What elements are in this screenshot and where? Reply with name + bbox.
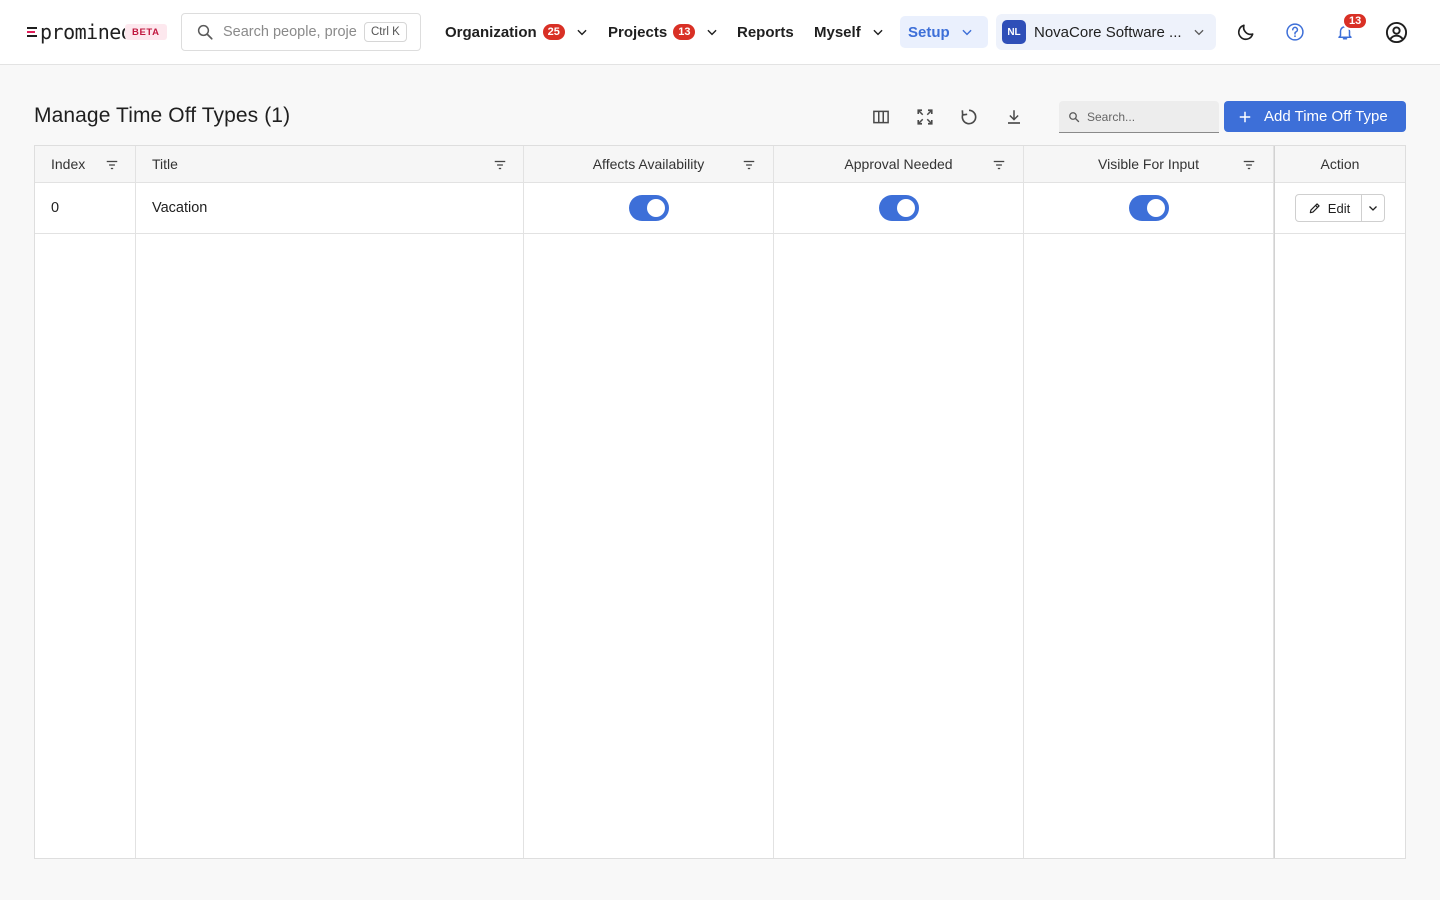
nav-setup[interactable]: Setup bbox=[900, 16, 988, 48]
toggle-knob bbox=[646, 199, 665, 217]
nav-organization-label: Organization bbox=[445, 23, 537, 41]
visible-for-input-toggle[interactable] bbox=[1128, 195, 1169, 221]
moon-icon bbox=[1237, 24, 1254, 41]
organization-switcher[interactable]: NL NovaCore Software ... bbox=[996, 14, 1216, 50]
account-menu-button[interactable] bbox=[1384, 20, 1408, 44]
column-visible-for-input: Visible For Input bbox=[1024, 146, 1274, 858]
filter-icon[interactable] bbox=[493, 158, 507, 172]
table-row-cell-affects-availability bbox=[524, 183, 773, 234]
nav-projects[interactable]: Projects 13 bbox=[608, 16, 719, 48]
column-header-affects-availability[interactable]: Affects Availability bbox=[524, 146, 773, 183]
cell-title-value: Vacation bbox=[152, 200, 208, 216]
cell-index-value: 0 bbox=[51, 200, 60, 216]
filter-icon[interactable] bbox=[742, 158, 756, 172]
toggle-knob bbox=[896, 199, 915, 217]
chevron-down-icon bbox=[873, 29, 883, 36]
column-affects-availability: Affects Availability bbox=[524, 146, 774, 858]
column-header-approval-needed[interactable]: Approval Needed bbox=[774, 146, 1023, 183]
column-header-label: Visible For Input bbox=[1098, 156, 1199, 172]
logo-mark-icon bbox=[27, 25, 39, 39]
column-title: Title Vacation bbox=[136, 146, 524, 858]
nav-setup-label: Setup bbox=[908, 23, 950, 41]
row-actions-dropdown-button[interactable] bbox=[1362, 195, 1384, 221]
theme-toggle-button[interactable] bbox=[1234, 20, 1258, 44]
affects-availability-toggle[interactable] bbox=[628, 195, 669, 221]
fullscreen-icon bbox=[917, 109, 933, 125]
table-search-input[interactable] bbox=[1087, 109, 1207, 124]
app-logo[interactable]: promineo bbox=[27, 20, 133, 44]
account-circle-icon bbox=[1385, 21, 1407, 43]
column-index: Index 0 bbox=[35, 146, 136, 858]
table-search[interactable] bbox=[1059, 101, 1219, 133]
chevron-down-icon bbox=[1194, 29, 1204, 36]
add-time-off-type-label: Add Time Off Type bbox=[1264, 108, 1388, 125]
column-header-label: Title bbox=[152, 156, 178, 172]
table-row-cell-action: Edit bbox=[1275, 183, 1405, 234]
logo-text: promineo bbox=[40, 20, 133, 44]
filter-icon[interactable] bbox=[1242, 158, 1256, 172]
chevron-down-icon bbox=[962, 29, 972, 36]
nav-myself-label: Myself bbox=[814, 23, 861, 41]
beta-badge: BETA bbox=[125, 24, 167, 40]
export-button[interactable] bbox=[1000, 103, 1028, 131]
pencil-icon bbox=[1309, 203, 1320, 214]
column-header-label: Action bbox=[1320, 156, 1360, 172]
column-header-label: Affects Availability bbox=[592, 156, 705, 172]
table-row-cell-visible-for-input bbox=[1024, 183, 1273, 234]
organization-name: NovaCore Software ... bbox=[1034, 23, 1182, 41]
chevron-down-icon bbox=[1369, 206, 1378, 211]
search-shortcut-hint: Ctrl K bbox=[364, 22, 407, 42]
column-header-label: Index bbox=[51, 156, 86, 172]
notifications-count-badge: 13 bbox=[1342, 12, 1369, 30]
global-search[interactable]: Ctrl K bbox=[181, 13, 421, 51]
help-button[interactable] bbox=[1283, 20, 1307, 44]
table-row-cell-approval-needed bbox=[774, 183, 1023, 234]
column-header-index[interactable]: Index bbox=[35, 146, 135, 183]
nav-myself[interactable]: Myself bbox=[814, 16, 885, 48]
nav-organization-badge: 25 bbox=[542, 24, 565, 40]
toggle-knob bbox=[1146, 199, 1165, 217]
chevron-down-icon bbox=[577, 29, 587, 36]
column-approval-needed: Approval Needed bbox=[774, 146, 1024, 858]
filter-icon[interactable] bbox=[105, 158, 119, 172]
refresh-icon bbox=[961, 109, 977, 125]
chevron-down-icon bbox=[707, 29, 718, 36]
fullscreen-button[interactable] bbox=[911, 103, 939, 131]
nav-projects-label: Projects bbox=[608, 23, 668, 41]
search-icon bbox=[1069, 111, 1080, 122]
page-title: Manage Time Off Types (1) bbox=[34, 104, 291, 127]
time-off-types-table: Index 0 Title Vacation Affects Availabil… bbox=[34, 145, 1406, 859]
nav-reports[interactable]: Reports bbox=[737, 16, 794, 48]
filter-icon[interactable] bbox=[992, 158, 1006, 172]
table-row-cell-index: 0 bbox=[35, 183, 135, 234]
search-icon bbox=[197, 24, 213, 40]
top-navigation-bar: promineo BETA Ctrl K Organization 25 Pro… bbox=[0, 0, 1440, 65]
columns-icon bbox=[873, 110, 889, 124]
help-circle-icon bbox=[1286, 23, 1304, 41]
nav-reports-label: Reports bbox=[737, 23, 794, 41]
manage-columns-button[interactable] bbox=[867, 103, 895, 131]
refresh-button[interactable] bbox=[955, 103, 983, 131]
column-header-label: Approval Needed bbox=[844, 156, 953, 172]
plus-icon bbox=[1239, 111, 1251, 122]
column-header-visible-for-input[interactable]: Visible For Input bbox=[1024, 146, 1273, 183]
column-action: Action Edit bbox=[1274, 146, 1405, 858]
edit-button[interactable]: Edit bbox=[1296, 195, 1363, 221]
row-action-split-button: Edit bbox=[1294, 194, 1386, 222]
column-header-title[interactable]: Title bbox=[136, 146, 523, 183]
nav-projects-badge: 13 bbox=[673, 24, 696, 40]
nav-organization[interactable]: Organization 25 bbox=[445, 16, 589, 48]
organization-avatar: NL bbox=[1002, 20, 1026, 44]
table-row-cell-title: Vacation bbox=[136, 183, 523, 234]
edit-button-label: Edit bbox=[1327, 200, 1351, 216]
download-icon bbox=[1008, 110, 1020, 124]
approval-needed-toggle[interactable] bbox=[878, 195, 919, 221]
add-time-off-type-button[interactable]: Add Time Off Type bbox=[1224, 101, 1406, 132]
global-search-input[interactable] bbox=[223, 24, 357, 40]
column-header-action: Action bbox=[1275, 146, 1405, 183]
